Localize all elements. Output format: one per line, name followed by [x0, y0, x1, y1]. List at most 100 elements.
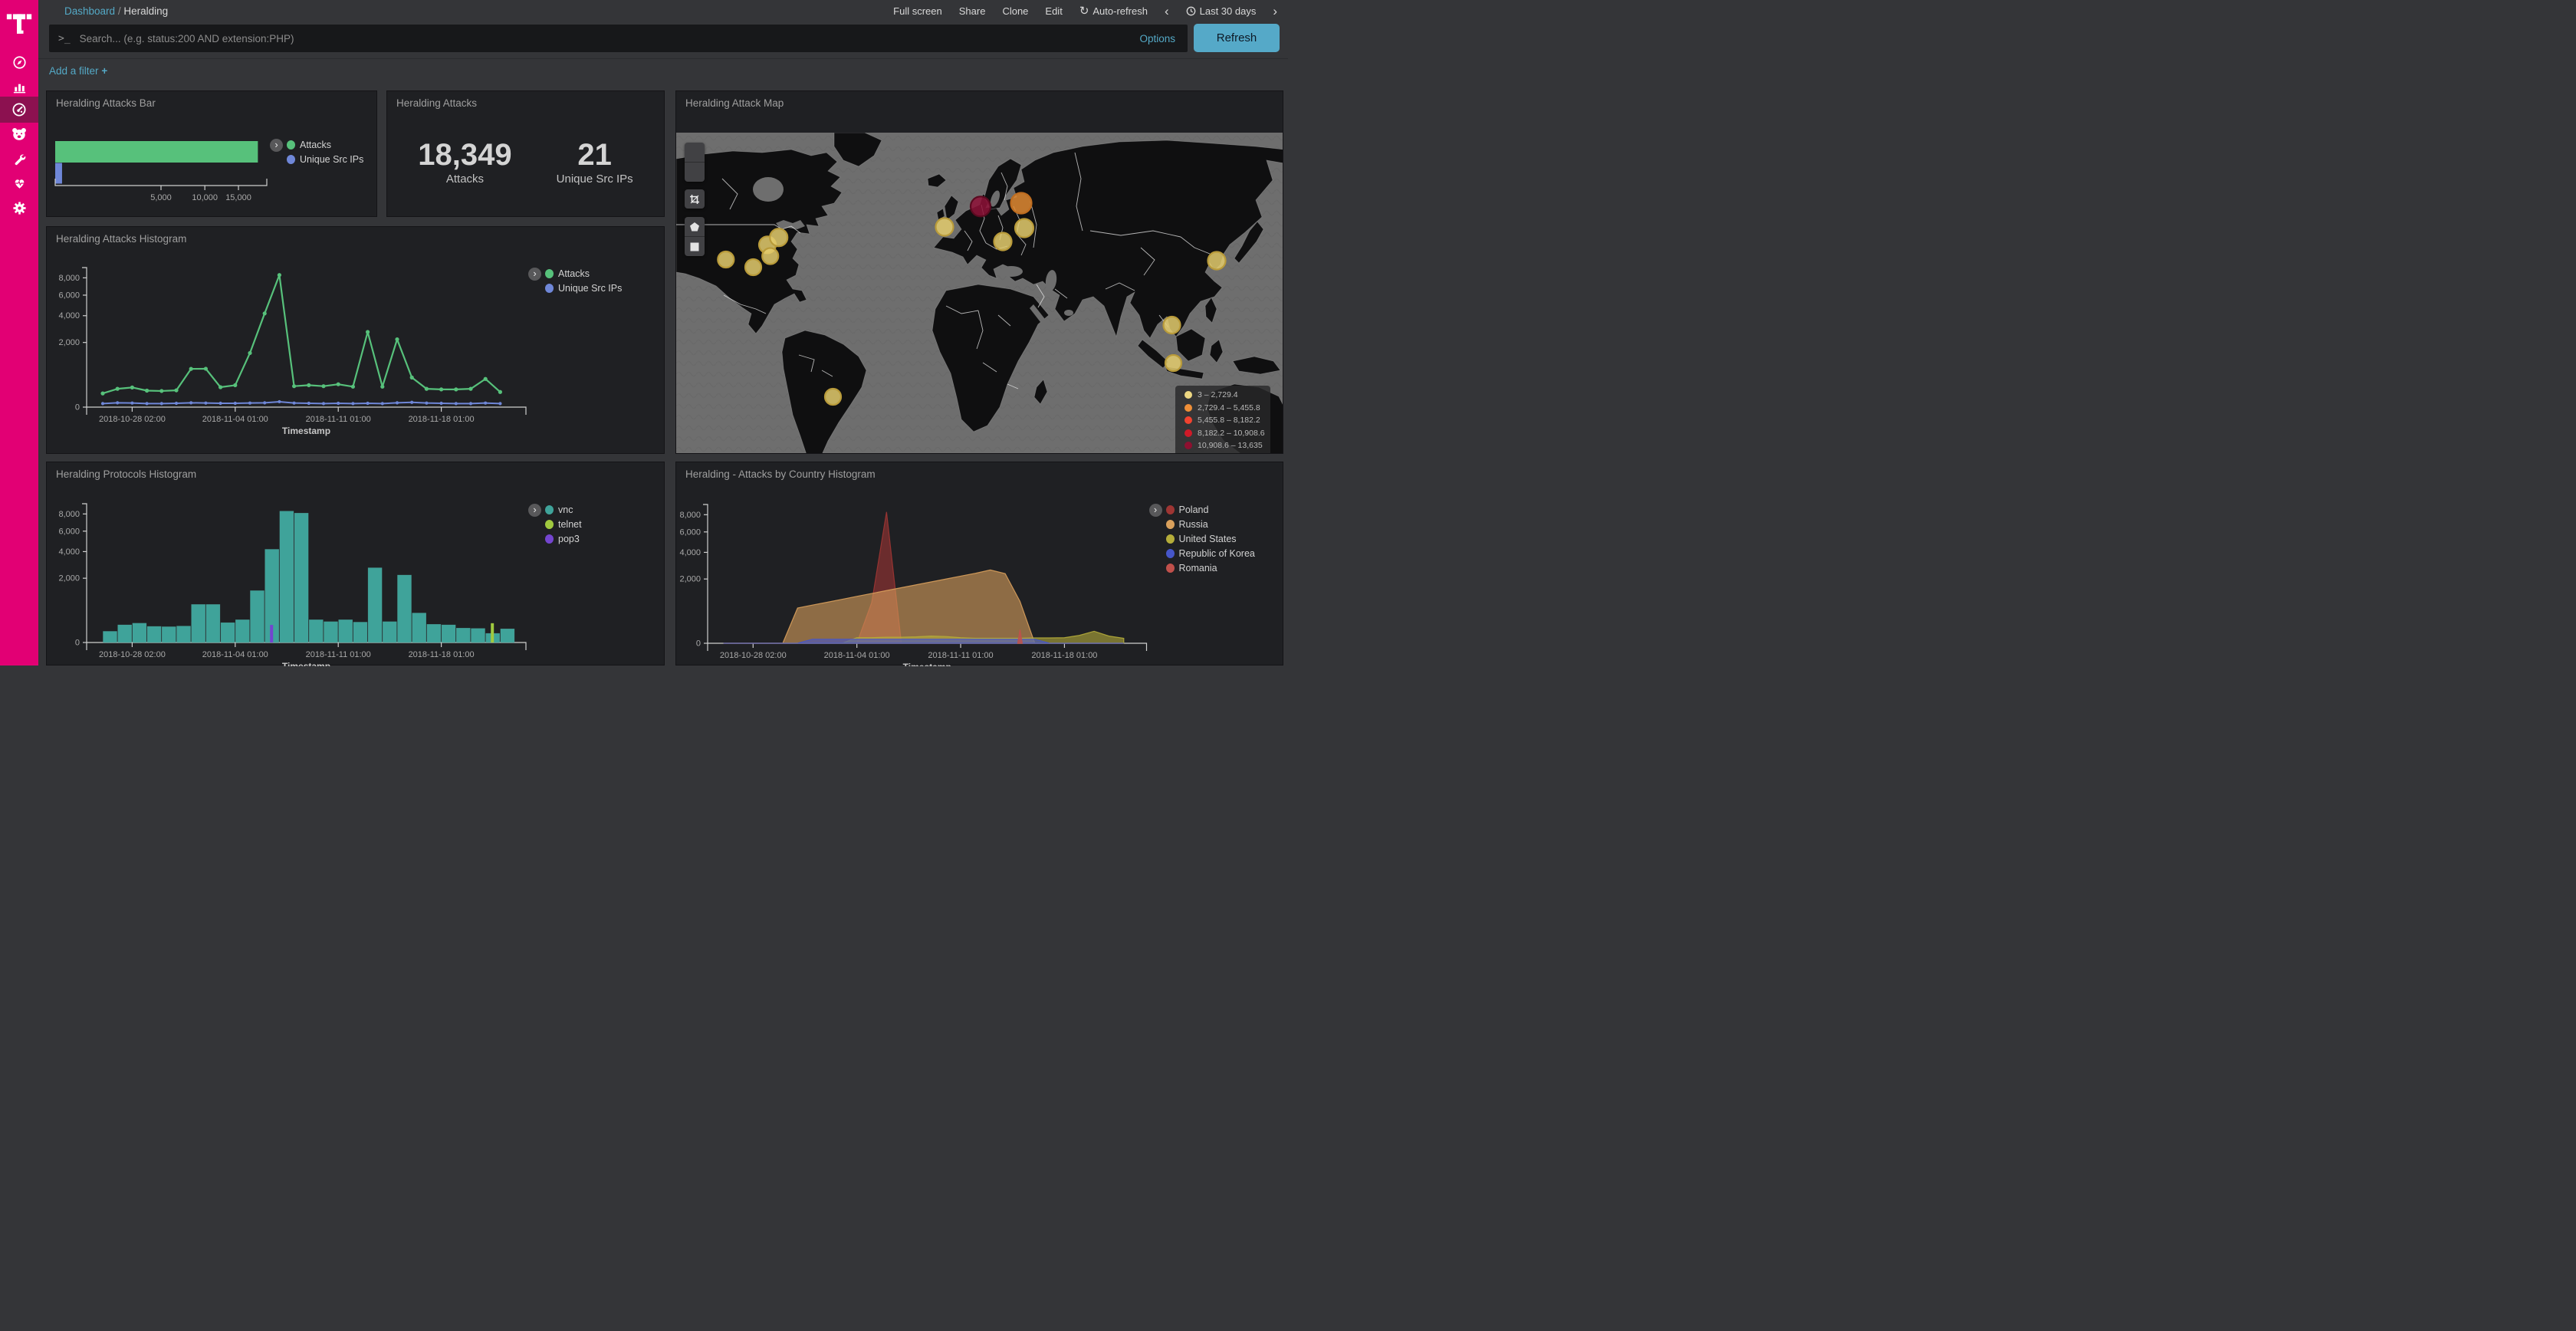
search-prompt-icon: >_: [58, 33, 71, 44]
legend-color-dot: [1166, 564, 1175, 573]
svg-text:2018-11-04 01:00: 2018-11-04 01:00: [202, 650, 268, 659]
legend-toggle-button[interactable]: ›: [1149, 504, 1162, 517]
svg-text:2,000: 2,000: [58, 338, 80, 347]
legend-item-telnet[interactable]: telnet: [545, 518, 582, 531]
sidebar-item-management[interactable]: [0, 195, 38, 221]
legend-color-dot: [287, 155, 295, 164]
legend-item-vnc[interactable]: vnc: [545, 504, 573, 516]
sidebar-item-t-pot[interactable]: [0, 121, 38, 147]
attack-dot-ukraine[interactable]: [1015, 219, 1033, 238]
legend-item-romania[interactable]: Romania: [1166, 562, 1217, 574]
legend-item-attacks[interactable]: Attacks: [545, 268, 590, 280]
panel-title: Heralding Attacks: [396, 97, 477, 109]
legend-color-dot: [545, 284, 554, 293]
attack-dot-vietnam[interactable]: [1164, 317, 1181, 334]
map-rectangle-tool-button[interactable]: [685, 236, 705, 256]
legend-item-republic-of-korea[interactable]: Republic of Korea: [1166, 547, 1255, 560]
map-legend-label: 10,908.6 – 13,635: [1198, 441, 1263, 450]
map-legend-row: 8,182.2 – 10,908.6: [1184, 429, 1270, 438]
legend-label: Poland: [1179, 504, 1209, 515]
attacks-histogram-chart: 02,0004,0006,0008,0002018-10-28 02:00201…: [47, 227, 664, 453]
sidebar-item-dashboard[interactable]: [0, 97, 38, 123]
attack-dot-brazil[interactable]: [825, 389, 841, 405]
add-filter-link[interactable]: Add a filter +: [49, 65, 107, 77]
refresh-button[interactable]: Refresh: [1194, 24, 1280, 52]
time-back-button[interactable]: ‹: [1165, 5, 1169, 18]
time-range-picker[interactable]: Last 30 days: [1186, 5, 1257, 17]
svg-text:10,000: 10,000: [192, 193, 218, 202]
svg-text:2018-10-28 02:00: 2018-10-28 02:00: [720, 651, 787, 660]
map-zoom-out-button[interactable]: [685, 162, 705, 182]
legend-toggle-button[interactable]: ›: [528, 504, 541, 517]
map-count-legend: 3 – 2,729.42,729.4 – 5,455.85,455.8 – 8,…: [1175, 386, 1270, 454]
map-draw-bounds-button[interactable]: [685, 189, 705, 209]
sidebar-item-monitoring[interactable]: [0, 170, 38, 196]
legend-toggle-button[interactable]: ›: [528, 268, 541, 281]
legend-item-poland[interactable]: Poland: [1166, 504, 1209, 516]
map-zoom-controls: [685, 143, 705, 182]
attack-dot-poland[interactable]: [971, 196, 991, 216]
legend-color-dot: [545, 505, 554, 514]
svg-text:2018-11-11 01:00: 2018-11-11 01:00: [928, 651, 993, 660]
search-input[interactable]: [78, 32, 1140, 45]
legend-label: Unique Src IPs: [558, 283, 622, 294]
attack-dot-south-korea[interactable]: [1208, 252, 1226, 270]
breadcrumb-dashboard-link[interactable]: Dashboard: [64, 5, 115, 17]
sidebar-item-dev-tools[interactable]: [0, 146, 38, 172]
svg-text:4,000: 4,000: [58, 547, 80, 557]
svg-text:2018-11-11 01:00: 2018-11-11 01:00: [306, 650, 371, 659]
panel-attacks-metric: Heralding Attacks 18,349 Attacks 21 Uniq…: [386, 90, 665, 217]
map-legend-label: 8,182.2 – 10,908.6: [1198, 429, 1265, 438]
sidebar: [0, 0, 38, 666]
map-polygon-tool-button[interactable]: [685, 217, 705, 236]
attack-dot-indonesia[interactable]: [1165, 355, 1181, 371]
legend-label: Attacks: [558, 268, 590, 279]
attack-dot-russia[interactable]: [1011, 193, 1032, 214]
legend-item-attacks[interactable]: Attacks: [287, 139, 331, 151]
svg-text:2018-10-28 02:00: 2018-10-28 02:00: [99, 415, 166, 424]
world-map[interactable]: 3 – 2,729.42,729.4 – 5,455.85,455.8 – 8,…: [676, 133, 1283, 454]
legend-item-pop3[interactable]: pop3: [545, 533, 580, 545]
svg-text:4,000: 4,000: [679, 548, 701, 557]
legend-toggle-button[interactable]: ›: [270, 139, 283, 152]
search-options-link[interactable]: Options: [1139, 33, 1175, 44]
legend-label: United States: [1179, 534, 1237, 544]
attack-dot-kansas[interactable]: [718, 251, 734, 268]
search-box: >_ Options: [49, 25, 1188, 52]
attack-dot-romania[interactable]: [994, 233, 1012, 251]
svg-text:2018-11-18 01:00: 2018-11-18 01:00: [409, 650, 475, 659]
svg-text:0: 0: [75, 639, 80, 648]
share-button[interactable]: Share: [959, 5, 986, 17]
attack-dot-tennessee[interactable]: [745, 259, 761, 275]
attack-dot-france[interactable]: [936, 219, 954, 236]
metric-attacks: 18,349 Attacks: [418, 139, 511, 186]
svg-text:5,000: 5,000: [150, 193, 172, 202]
sidebar-item-discover[interactable]: [0, 49, 38, 75]
time-forward-button[interactable]: ›: [1273, 5, 1277, 18]
legend-color-dot: [1166, 505, 1175, 514]
legend-item-unique-src-ips[interactable]: Unique Src IPs: [287, 153, 363, 166]
map-filter-control: [685, 189, 705, 209]
gauge-icon: [12, 102, 27, 117]
panel-country-histogram: Heralding - Attacks by Country Histogram…: [675, 462, 1283, 666]
legend-item-russia[interactable]: Russia: [1166, 518, 1208, 531]
full-screen-button[interactable]: Full screen: [893, 5, 942, 17]
legend-item-unique-src-ips[interactable]: Unique Src IPs: [545, 282, 622, 294]
svg-text:0: 0: [75, 403, 80, 412]
edit-button[interactable]: Edit: [1045, 5, 1062, 17]
clone-button[interactable]: Clone: [1002, 5, 1028, 17]
sidebar-item-visualize[interactable]: [0, 74, 38, 100]
clock-icon: [1186, 6, 1196, 16]
telekom-logo-icon[interactable]: [0, 6, 38, 43]
svg-text:6,000: 6,000: [58, 527, 80, 536]
auto-refresh-button[interactable]: ↻ Auto-refresh: [1079, 4, 1148, 18]
map-legend-row: 3 – 2,729.4: [1184, 390, 1270, 399]
map-zoom-in-button[interactable]: [685, 143, 705, 162]
breadcrumb: Dashboard / Heralding: [64, 5, 168, 17]
attack-dot-virginia[interactable]: [762, 248, 778, 265]
panel-protocols-histogram: Heralding Protocols Histogram 02,0004,00…: [46, 462, 665, 666]
attack-dot-new-england[interactable]: [770, 228, 787, 246]
svg-text:2018-11-18 01:00: 2018-11-18 01:00: [1031, 651, 1097, 660]
legend-item-united-states[interactable]: United States: [1166, 533, 1237, 545]
metric-label: Unique Src IPs: [557, 173, 633, 186]
